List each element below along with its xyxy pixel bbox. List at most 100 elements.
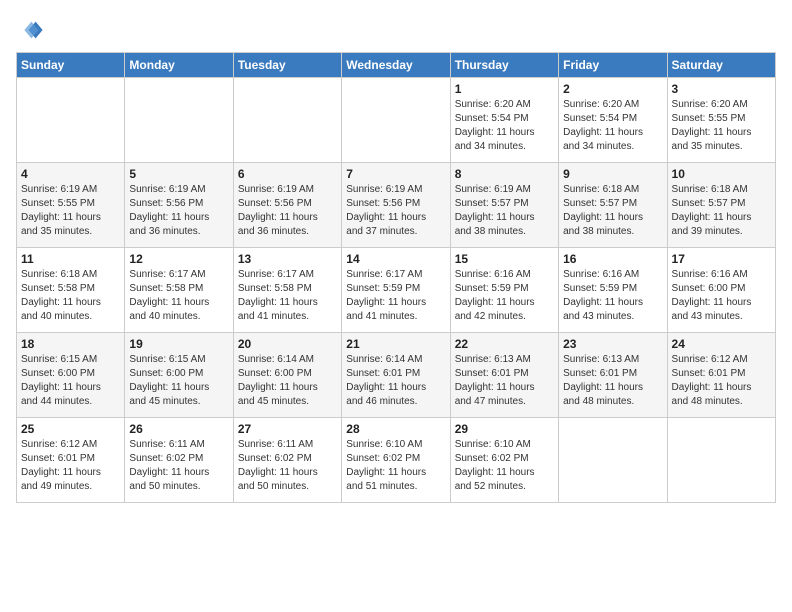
calendar-cell: 1 Sunrise: 6:20 AM Sunset: 5:54 PM Daylig… (450, 78, 558, 163)
calendar-cell (342, 78, 450, 163)
day-number: 20 (238, 337, 337, 351)
day-number: 18 (21, 337, 120, 351)
logo (16, 16, 48, 44)
day-number: 8 (455, 167, 554, 181)
calendar-cell: 3 Sunrise: 6:20 AM Sunset: 5:55 PM Daylig… (667, 78, 775, 163)
calendar-cell: 17Sunrise: 6:16 AM Sunset: 6:00 PM Dayli… (667, 248, 775, 333)
header-day: Tuesday (233, 53, 341, 78)
calendar-cell: 23Sunrise: 6:13 AM Sunset: 6:01 PM Dayli… (559, 333, 667, 418)
cell-info: Sunrise: 6:17 AM Sunset: 5:59 PM Dayligh… (346, 268, 445, 324)
cell-info: Sunrise: 6:12 AM Sunset: 6:01 PM Dayligh… (21, 438, 120, 494)
day-number: 25 (21, 422, 120, 436)
day-number: 11 (21, 252, 120, 266)
cell-info: Sunrise: 6:19 AM Sunset: 5:56 PM Dayligh… (129, 183, 228, 239)
calendar-cell (17, 78, 125, 163)
calendar-cell: 22 Sunrise: 6:13 AM Sunset: 6:01 PM Dayli… (450, 333, 558, 418)
cell-info: Sunrise: 6:19 AM Sunset: 5:55 PM Dayligh… (21, 183, 120, 239)
calendar-cell: 10 Sunrise: 6:18 AM Sunset: 5:57 PM Dayli… (667, 163, 775, 248)
day-number: 28 (346, 422, 445, 436)
calendar-cell: 21 Sunrise: 6:14 AM Sunset: 6:01 PM Dayli… (342, 333, 450, 418)
logo-icon (16, 16, 44, 44)
header (16, 16, 776, 44)
calendar-week-row: 1 Sunrise: 6:20 AM Sunset: 5:54 PM Daylig… (17, 78, 776, 163)
calendar-week-row: 11 Sunrise: 6:18 AM Sunset: 5:58 PM Dayli… (17, 248, 776, 333)
cell-info: Sunrise: 6:16 AM Sunset: 5:59 PM Dayligh… (455, 268, 554, 324)
day-number: 21 (346, 337, 445, 351)
header-day: Friday (559, 53, 667, 78)
header-day: Monday (125, 53, 233, 78)
calendar-cell: 15 Sunrise: 6:16 AM Sunset: 5:59 PM Dayli… (450, 248, 558, 333)
calendar-cell: 4 Sunrise: 6:19 AM Sunset: 5:55 PM Daylig… (17, 163, 125, 248)
day-number: 16 (563, 252, 662, 266)
calendar-cell (233, 78, 341, 163)
cell-info: Sunrise: 6:10 AM Sunset: 6:02 PM Dayligh… (455, 438, 554, 494)
header-day: Sunday (17, 53, 125, 78)
calendar-cell: 28Sunrise: 6:10 AM Sunset: 6:02 PM Dayli… (342, 418, 450, 503)
calendar-cell: 2 Sunrise: 6:20 AM Sunset: 5:54 PM Daylig… (559, 78, 667, 163)
calendar-cell: 29 Sunrise: 6:10 AM Sunset: 6:02 PM Dayli… (450, 418, 558, 503)
header-day: Saturday (667, 53, 775, 78)
day-number: 23 (563, 337, 662, 351)
day-number: 4 (21, 167, 120, 181)
cell-info: Sunrise: 6:11 AM Sunset: 6:02 PM Dayligh… (238, 438, 337, 494)
cell-info: Sunrise: 6:14 AM Sunset: 6:01 PM Dayligh… (346, 353, 445, 409)
calendar-cell: 13 Sunrise: 6:17 AM Sunset: 5:58 PM Dayli… (233, 248, 341, 333)
calendar-cell: 5 Sunrise: 6:19 AM Sunset: 5:56 PM Daylig… (125, 163, 233, 248)
calendar-cell: 9Sunrise: 6:18 AM Sunset: 5:57 PM Daylig… (559, 163, 667, 248)
calendar-cell: 24 Sunrise: 6:12 AM Sunset: 6:01 PM Dayli… (667, 333, 775, 418)
header-day: Wednesday (342, 53, 450, 78)
calendar-header-row: SundayMondayTuesdayWednesdayThursdayFrid… (17, 53, 776, 78)
cell-info: Sunrise: 6:12 AM Sunset: 6:01 PM Dayligh… (672, 353, 771, 409)
header-day: Thursday (450, 53, 558, 78)
calendar-cell: 16Sunrise: 6:16 AM Sunset: 5:59 PM Dayli… (559, 248, 667, 333)
day-number: 5 (129, 167, 228, 181)
cell-info: Sunrise: 6:19 AM Sunset: 5:57 PM Dayligh… (455, 183, 554, 239)
cell-info: Sunrise: 6:20 AM Sunset: 5:54 PM Dayligh… (455, 98, 554, 154)
cell-info: Sunrise: 6:13 AM Sunset: 6:01 PM Dayligh… (455, 353, 554, 409)
calendar-week-row: 25 Sunrise: 6:12 AM Sunset: 6:01 PM Dayli… (17, 418, 776, 503)
cell-info: Sunrise: 6:20 AM Sunset: 5:55 PM Dayligh… (672, 98, 771, 154)
calendar-cell: 12 Sunrise: 6:17 AM Sunset: 5:58 PM Dayli… (125, 248, 233, 333)
cell-info: Sunrise: 6:18 AM Sunset: 5:58 PM Dayligh… (21, 268, 120, 324)
calendar-cell (667, 418, 775, 503)
day-number: 6 (238, 167, 337, 181)
calendar-cell: 14 Sunrise: 6:17 AM Sunset: 5:59 PM Dayli… (342, 248, 450, 333)
calendar-body: 1 Sunrise: 6:20 AM Sunset: 5:54 PM Daylig… (17, 78, 776, 503)
cell-info: Sunrise: 6:14 AM Sunset: 6:00 PM Dayligh… (238, 353, 337, 409)
day-number: 29 (455, 422, 554, 436)
cell-info: Sunrise: 6:15 AM Sunset: 6:00 PM Dayligh… (129, 353, 228, 409)
day-number: 10 (672, 167, 771, 181)
calendar-cell: 19Sunrise: 6:15 AM Sunset: 6:00 PM Dayli… (125, 333, 233, 418)
calendar-cell (559, 418, 667, 503)
calendar-cell: 20 Sunrise: 6:14 AM Sunset: 6:00 PM Dayli… (233, 333, 341, 418)
day-number: 24 (672, 337, 771, 351)
day-number: 15 (455, 252, 554, 266)
calendar-table: SundayMondayTuesdayWednesdayThursdayFrid… (16, 52, 776, 503)
cell-info: Sunrise: 6:19 AM Sunset: 5:56 PM Dayligh… (238, 183, 337, 239)
cell-info: Sunrise: 6:18 AM Sunset: 5:57 PM Dayligh… (563, 183, 662, 239)
calendar-cell: 6 Sunrise: 6:19 AM Sunset: 5:56 PM Daylig… (233, 163, 341, 248)
calendar-cell: 27Sunrise: 6:11 AM Sunset: 6:02 PM Dayli… (233, 418, 341, 503)
calendar-week-row: 18 Sunrise: 6:15 AM Sunset: 6:00 PM Dayli… (17, 333, 776, 418)
day-number: 3 (672, 82, 771, 96)
cell-info: Sunrise: 6:11 AM Sunset: 6:02 PM Dayligh… (129, 438, 228, 494)
day-number: 22 (455, 337, 554, 351)
cell-info: Sunrise: 6:17 AM Sunset: 5:58 PM Dayligh… (129, 268, 228, 324)
day-number: 2 (563, 82, 662, 96)
day-number: 1 (455, 82, 554, 96)
calendar-cell: 7Sunrise: 6:19 AM Sunset: 5:56 PM Daylig… (342, 163, 450, 248)
calendar-cell: 25 Sunrise: 6:12 AM Sunset: 6:01 PM Dayli… (17, 418, 125, 503)
cell-info: Sunrise: 6:20 AM Sunset: 5:54 PM Dayligh… (563, 98, 662, 154)
cell-info: Sunrise: 6:18 AM Sunset: 5:57 PM Dayligh… (672, 183, 771, 239)
calendar-cell: 26 Sunrise: 6:11 AM Sunset: 6:02 PM Dayli… (125, 418, 233, 503)
day-number: 14 (346, 252, 445, 266)
day-number: 12 (129, 252, 228, 266)
cell-info: Sunrise: 6:17 AM Sunset: 5:58 PM Dayligh… (238, 268, 337, 324)
day-number: 26 (129, 422, 228, 436)
day-number: 13 (238, 252, 337, 266)
calendar-week-row: 4 Sunrise: 6:19 AM Sunset: 5:55 PM Daylig… (17, 163, 776, 248)
calendar-cell: 18Sunrise: 6:15 AM Sunset: 6:00 PM Dayli… (17, 333, 125, 418)
calendar-cell: 11 Sunrise: 6:18 AM Sunset: 5:58 PM Dayli… (17, 248, 125, 333)
cell-info: Sunrise: 6:19 AM Sunset: 5:56 PM Dayligh… (346, 183, 445, 239)
day-number: 17 (672, 252, 771, 266)
